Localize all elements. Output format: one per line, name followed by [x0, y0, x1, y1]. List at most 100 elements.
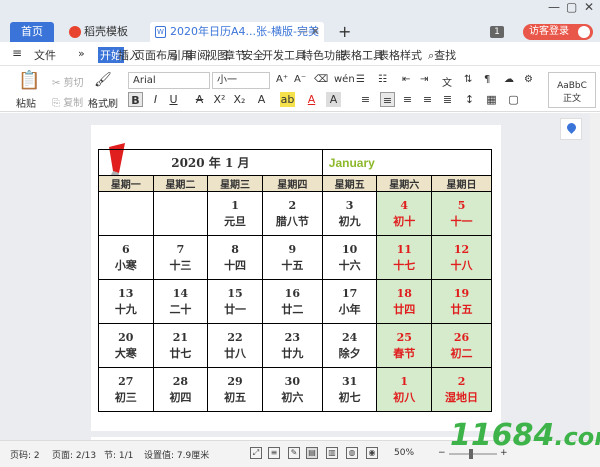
menu-dev-tools[interactable]: 开发工具 — [262, 47, 306, 63]
cut-button[interactable]: ✂ 剪切 — [52, 74, 84, 89]
calendar-day-cell[interactable]: 16 廿二 — [261, 279, 323, 324]
grow-font-icon[interactable]: A⁺ — [276, 74, 288, 85]
bullet-list-icon[interactable]: ☰ — [356, 74, 365, 85]
align-center-button[interactable]: ≡ — [380, 92, 395, 107]
zoom-slider[interactable] — [449, 453, 497, 455]
decrease-indent-icon[interactable]: ⇤ — [402, 74, 410, 85]
calendar-day-cell[interactable]: 5 十一 — [431, 191, 492, 236]
font-effect-button[interactable]: A — [254, 92, 269, 107]
vertical-scrollbar[interactable] — [590, 113, 600, 440]
page-view-icon[interactable]: ▤ — [306, 447, 318, 459]
calendar-day-cell[interactable]: 24 除夕 — [321, 323, 378, 368]
font-color-button[interactable]: A — [304, 92, 319, 107]
paste-button[interactable]: 粘贴 — [16, 95, 36, 110]
calendar-day-cell[interactable]: 18 廿四 — [376, 279, 433, 324]
document-page[interactable]: 2020 年 1 月 January 星期一 星期二 星期三 星期四 星期五 星… — [91, 125, 501, 431]
window-count-badge[interactable]: 1 — [490, 26, 504, 38]
outline-icon[interactable]: ≡ — [268, 447, 280, 459]
style-normal-preview[interactable]: AaBbC 正文 — [548, 72, 596, 108]
calendar-day-cell[interactable]: 19 廿五 — [431, 279, 492, 324]
format-painter-button[interactable]: 格式刷 — [88, 95, 118, 110]
calendar-day-cell[interactable]: 29 初五 — [207, 367, 263, 412]
calendar-day-cell[interactable]: 31 初七 — [321, 367, 378, 412]
increase-indent-icon[interactable]: ⇥ — [420, 74, 428, 85]
close-window-icon[interactable]: ✕ — [584, 0, 594, 14]
calendar-day-cell[interactable]: 15 廿一 — [207, 279, 263, 324]
borders-button[interactable]: ▢ — [506, 92, 521, 107]
calendar-day-cell[interactable]: 6 小寒 — [98, 235, 154, 280]
menu-table-style[interactable]: 表格样式 — [378, 47, 422, 63]
close-tab-icon[interactable]: ✕ — [311, 22, 320, 42]
distribute-button[interactable]: ≣ — [440, 92, 455, 107]
subscript-button[interactable]: X₂ — [232, 92, 247, 107]
tools-icon[interactable]: ⚙ — [524, 74, 533, 85]
calendar-day-cell[interactable]: 11 十七 — [376, 235, 433, 280]
highlight-button[interactable]: ab — [280, 92, 295, 107]
calendar-day-cell[interactable]: 3 初九 — [321, 191, 378, 236]
calendar-day-cell[interactable]: 27 初三 — [98, 367, 154, 412]
phonetic-icon[interactable]: wén — [334, 74, 355, 85]
justify-button[interactable]: ≡ — [420, 92, 435, 107]
calendar-day-cell[interactable]: 1 元旦 — [207, 191, 263, 236]
calendar-day-cell[interactable] — [98, 191, 154, 236]
calendar-day-cell[interactable]: 1 初八 — [376, 367, 433, 412]
hamburger-icon[interactable]: ≡ — [12, 46, 22, 60]
menu-file[interactable]: 文件 — [34, 47, 56, 63]
new-tab-button[interactable]: + — [338, 22, 351, 42]
numbered-list-icon[interactable]: ☷ — [378, 74, 387, 85]
globe-icon[interactable]: ◍ — [346, 447, 358, 459]
status-setting-value[interactable]: 设置值: 7.9厘米 — [144, 448, 209, 461]
calendar-day-cell[interactable]: 12 十八 — [431, 235, 492, 280]
char-shading-button[interactable]: A — [326, 92, 341, 107]
calendar-day-cell[interactable]: 21 廿七 — [152, 323, 209, 368]
web-view-icon[interactable]: ▥ — [326, 447, 338, 459]
superscript-button[interactable]: X² — [212, 92, 227, 107]
shrink-font-icon[interactable]: A⁻ — [294, 74, 306, 85]
menu-security[interactable]: 安全 — [242, 47, 264, 63]
calendar-day-cell[interactable] — [152, 191, 209, 236]
strikethrough-button[interactable]: A — [192, 92, 207, 107]
calendar-day-cell[interactable]: 28 初四 — [152, 367, 209, 412]
tab-document[interactable]: W 2020年日历A4...张-横版-完美版) ▭ ✕ — [150, 22, 324, 58]
location-pin-button[interactable] — [560, 118, 582, 140]
calendar-day-cell[interactable]: 26 初二 — [431, 323, 492, 368]
calendar-day-cell[interactable]: 22 廿八 — [207, 323, 263, 368]
status-page-number[interactable]: 页码: 2 — [10, 448, 40, 461]
calendar-day-cell[interactable]: 14 二十 — [152, 279, 209, 324]
align-right-button[interactable]: ≡ — [400, 92, 415, 107]
calendar-day-cell[interactable]: 17 小年 — [321, 279, 378, 324]
guest-login-button[interactable]: 访客登录 — [523, 24, 593, 40]
format-painter-icon[interactable]: 🖌 — [94, 72, 112, 88]
zoom-out-button[interactable]: − — [438, 448, 446, 458]
show-marks-icon[interactable]: ¶ — [484, 74, 490, 85]
eye-protection-icon[interactable]: ◉ — [366, 447, 378, 459]
calendar-day-cell[interactable]: 8 十四 — [207, 235, 263, 280]
maximize-icon[interactable]: ▢ — [566, 0, 577, 14]
minimize-icon[interactable]: — — [548, 0, 560, 14]
status-page-count[interactable]: 页面: 2/13 — [52, 448, 96, 461]
search-button[interactable]: ⌕查找 — [428, 47, 456, 63]
shading-button[interactable]: ▦ — [484, 92, 499, 107]
calendar-day-cell[interactable]: 2 腊八节 — [261, 191, 323, 236]
paste-icon[interactable]: 📋 — [18, 70, 40, 91]
font-name-select[interactable]: Arial — [128, 72, 210, 89]
calendar-day-cell[interactable]: 30 初六 — [261, 367, 323, 412]
line-spacing-button[interactable]: ↕ — [462, 92, 477, 107]
tab-home[interactable]: 首页 — [10, 22, 54, 42]
underline-button[interactable]: U — [166, 92, 181, 107]
font-size-select[interactable]: 小一 — [212, 72, 270, 89]
calendar-day-cell[interactable]: 7 十三 — [152, 235, 209, 280]
menu-more[interactable]: » — [78, 47, 85, 60]
sort-icon[interactable]: ⇅ — [464, 74, 472, 85]
monitor-icon[interactable]: ▭ — [299, 22, 308, 42]
calendar-day-cell[interactable]: 10 十六 — [321, 235, 378, 280]
calendar-day-cell[interactable]: 4 初十 — [376, 191, 433, 236]
calendar-day-cell[interactable]: 2 湿地日 — [431, 367, 492, 412]
align-left-button[interactable]: ≡ — [358, 92, 373, 107]
clear-format-icon[interactable]: ⌫ — [314, 74, 328, 85]
status-section[interactable]: 节: 1/1 — [104, 448, 133, 461]
cloud-icon[interactable]: ☁ — [504, 74, 514, 85]
copy-button[interactable]: ⎘ 复制 — [52, 94, 83, 109]
chinese-layout-icon[interactable]: 文 — [442, 74, 452, 89]
italic-button[interactable]: I — [148, 92, 163, 107]
